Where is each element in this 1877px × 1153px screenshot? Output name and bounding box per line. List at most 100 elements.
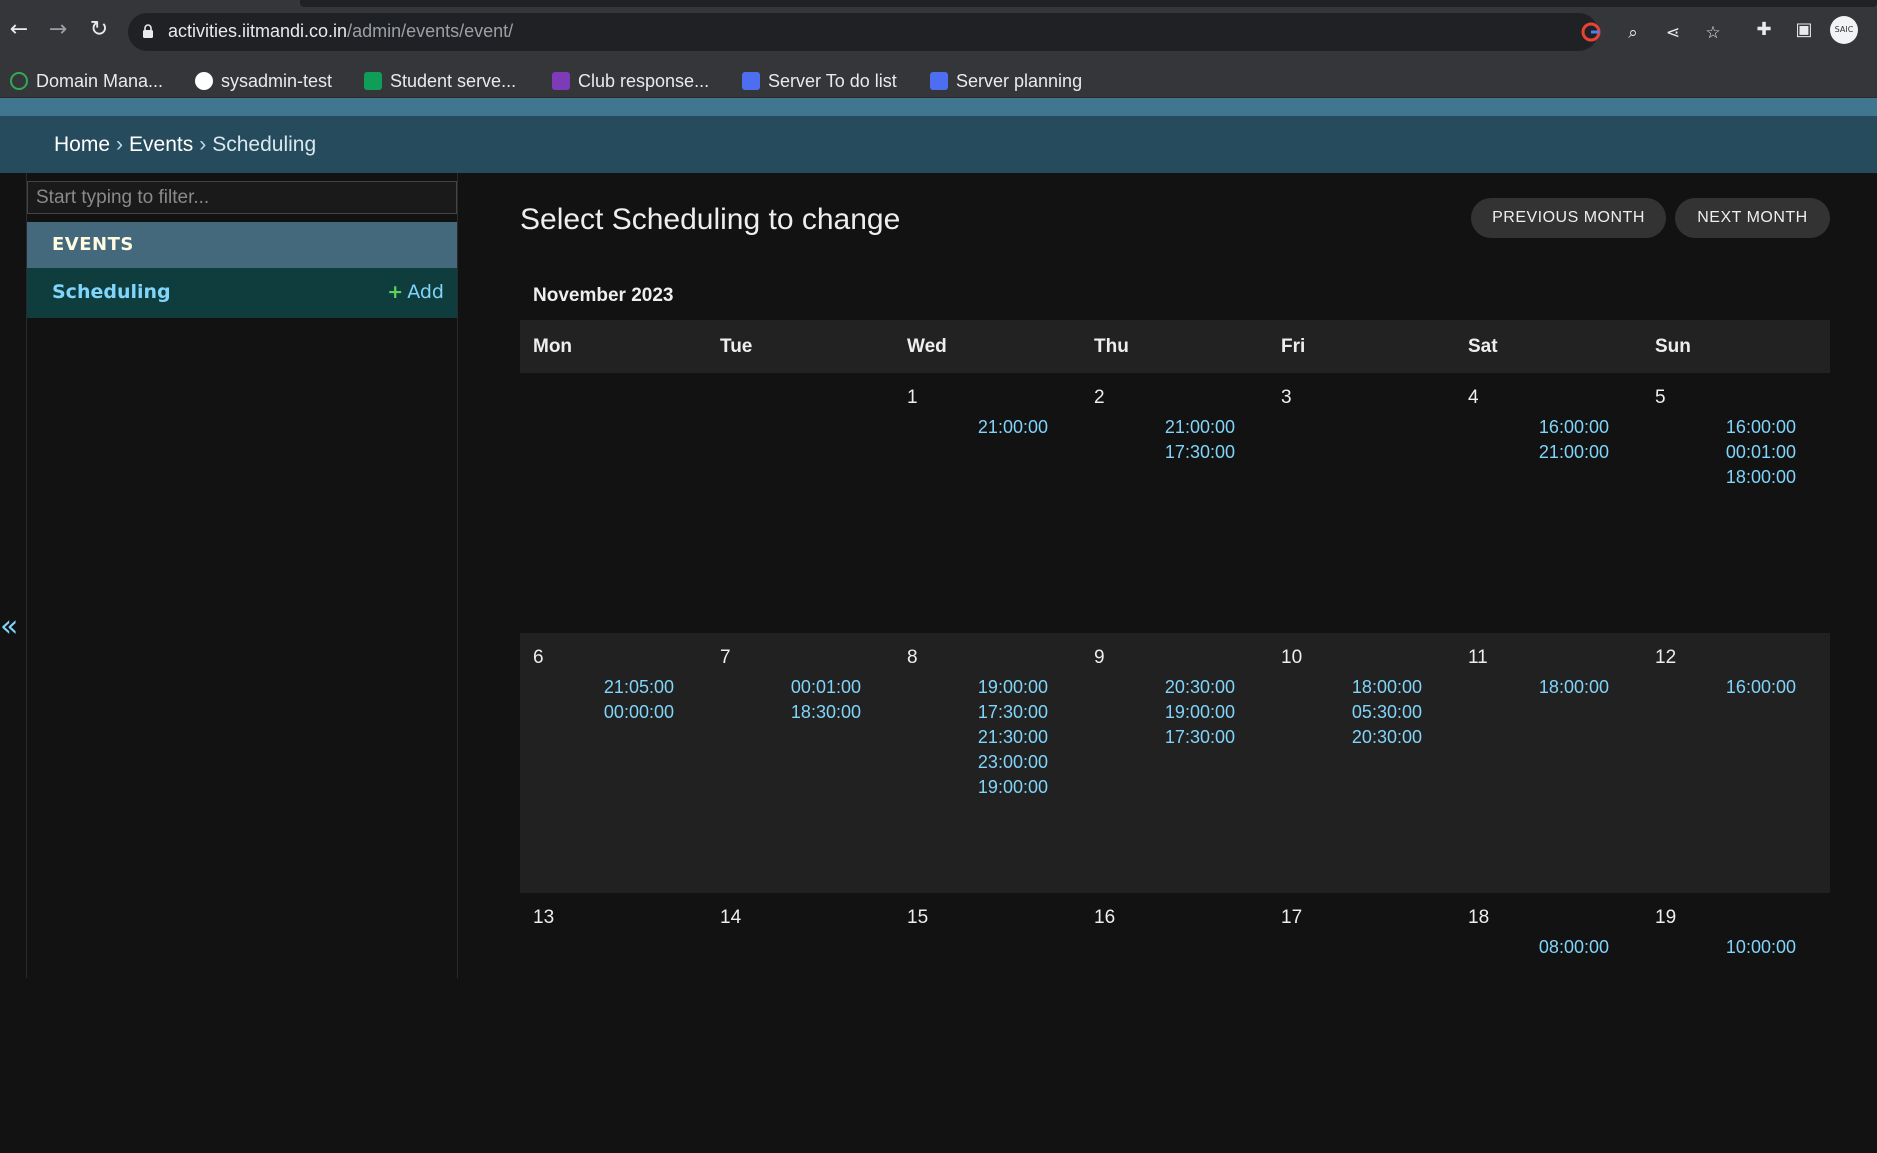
breadcrumb-home[interactable]: Home [54,133,110,157]
side-panel-icon[interactable]: ▣ [1792,18,1816,42]
event-time-link[interactable]: 21:00:00 [978,415,1048,440]
calendar-day: 6 21:05:00 00:00:00 [520,633,707,893]
event-time-link[interactable]: 16:00:00 [1726,675,1796,700]
day-number: 1 [907,387,918,408]
page-title: Select Scheduling to change [520,203,901,236]
bookmark-student-server[interactable]: Student serve... [364,68,516,94]
event-time-link[interactable]: 17:30:00 [1165,440,1235,465]
google-lens-icon[interactable] [1580,21,1602,43]
nav-filter-input[interactable]: Start typing to filter... [27,181,457,214]
event-time-link[interactable]: 00:01:00 [791,675,861,700]
weekday-header: Sun [1655,336,1691,357]
event-list: 08:00:00 [1455,935,1642,960]
event-time-link[interactable]: 16:00:00 [1726,415,1796,440]
calendar-day: 5 16:00:00 00:01:00 18:00:00 [1642,373,1829,633]
add-scheduling-link[interactable]: + Add [387,281,444,303]
module-caption-label: EVENTS [52,234,134,255]
sidebar-model-link[interactable]: Scheduling [52,281,171,303]
calendar-day: 15 [894,893,1081,1153]
calendar-day: 7 00:01:00 18:30:00 [707,633,894,893]
address-bar[interactable]: activities.iitmandi.co.in/admin/events/e… [128,13,1721,51]
event-time-link[interactable]: 18:00:00 [1726,465,1796,490]
event-time-link[interactable]: 20:30:00 [1352,725,1422,750]
calendar-week: 1 21:00:00 2 21:00:00 17:30:00 3 4 16:00:00 21:0… [520,373,1830,633]
bookmark-domain-manager[interactable]: Domain Mana... [10,68,163,94]
day-number: 8 [907,647,918,668]
bookmark-label: Server planning [956,70,1083,91]
module-caption-events[interactable]: EVENTS [27,222,457,268]
event-list: 21:00:00 17:30:00 [1081,415,1268,465]
calendar-day [520,373,707,633]
calendar-day: 16 [1081,893,1268,1153]
event-time-link[interactable]: 16:00:00 [1539,415,1609,440]
bookmark-label: Student serve... [390,70,517,91]
day-number: 3 [1281,387,1292,408]
forward-icon[interactable]: → [44,16,72,44]
event-list: 10:00:00 [1642,935,1829,960]
calendar-day: 10 18:00:00 05:30:00 20:30:00 [1268,633,1455,893]
breadcrumb-separator: › [199,132,207,156]
calendar-day: 11 18:00:00 [1455,633,1642,893]
next-month-button[interactable]: NEXT MONTH [1675,198,1830,238]
event-time-link[interactable]: 19:00:00 [978,675,1048,700]
calendar-day: 8 19:00:00 17:30:00 21:30:00 23:00:00 19:00:0… [894,633,1081,893]
weekday-header: Tue [720,336,753,357]
back-icon[interactable]: ← [5,16,33,44]
share-icon[interactable]: ⋖ [1662,22,1684,44]
event-time-link[interactable]: 00:00:00 [604,700,674,725]
calendar-month-title: November 2023 [533,285,674,306]
event-list: 21:00:00 [894,415,1081,440]
tab-strip [300,0,1877,7]
extensions-icon[interactable]: ✚ [1752,18,1776,42]
day-number: 12 [1655,647,1677,668]
event-time-link[interactable]: 19:00:00 [1165,700,1235,725]
github-icon [195,72,213,90]
event-time-link[interactable]: 17:30:00 [1165,725,1235,750]
event-time-link[interactable]: 05:30:00 [1352,700,1422,725]
event-list: 00:01:00 18:30:00 [707,675,894,725]
event-time-link[interactable]: 10:00:00 [1726,935,1796,960]
bookmark-club-response[interactable]: Club response... [552,68,709,94]
sheets-icon [364,72,382,90]
weekday-header: Sat [1468,336,1498,357]
event-list: 19:00:00 17:30:00 21:30:00 23:00:00 19:00:00 [894,675,1081,800]
profile-avatar[interactable]: SAIC [1830,16,1858,44]
forms-icon [552,72,570,90]
calendar-day: 17 [1268,893,1455,1153]
admin-header [0,98,1877,116]
event-time-link[interactable]: 18:30:00 [791,700,861,725]
zoom-icon[interactable]: ⌕ [1622,22,1644,44]
bookmark-server-todo[interactable]: Server To do list [742,68,897,94]
day-number: 9 [1094,647,1105,668]
day-number: 2 [1094,387,1105,408]
calendar-body: 1 21:00:00 2 21:00:00 17:30:00 3 4 16:00:00 21:0… [520,373,1830,1153]
event-time-link[interactable]: 21:00:00 [1539,440,1609,465]
event-time-link[interactable]: 18:00:00 [1352,675,1422,700]
event-time-link[interactable]: 21:00:00 [1165,415,1235,440]
event-time-link[interactable]: 23:00:00 [978,750,1048,775]
day-number: 10 [1281,647,1303,668]
breadcrumb-events[interactable]: Events [129,133,193,157]
day-number: 13 [533,907,555,928]
bookmark-label: Domain Mana... [36,70,164,91]
event-time-link[interactable]: 18:00:00 [1539,675,1609,700]
bookmark-star-icon[interactable]: ☆ [1702,22,1724,44]
lock-icon [143,24,153,38]
event-list: 16:00:00 [1642,675,1829,700]
weekday-header: Wed [907,336,947,357]
calendar-header: Mon Tue Wed Thu Fri Sat Sun [520,320,1830,373]
event-time-link[interactable]: 19:00:00 [978,775,1048,800]
event-time-link[interactable]: 00:01:00 [1726,440,1796,465]
bookmark-server-planning[interactable]: Server planning [930,68,1082,94]
previous-month-button[interactable]: PREVIOUS MONTH [1471,198,1666,238]
event-time-link[interactable]: 21:05:00 [604,675,674,700]
bookmark-sysadmin-test[interactable]: sysadmin-test [195,68,332,94]
toggle-sidebar-icon[interactable]: « [0,612,18,642]
event-time-link[interactable]: 08:00:00 [1539,935,1609,960]
event-time-link[interactable]: 21:30:00 [978,725,1048,750]
event-time-link[interactable]: 20:30:00 [1165,675,1235,700]
calendar-day: 1 21:00:00 [894,373,1081,633]
event-list: 16:00:00 21:00:00 [1455,415,1642,465]
event-time-link[interactable]: 17:30:00 [978,700,1048,725]
reload-icon[interactable]: ↻ [85,16,113,44]
